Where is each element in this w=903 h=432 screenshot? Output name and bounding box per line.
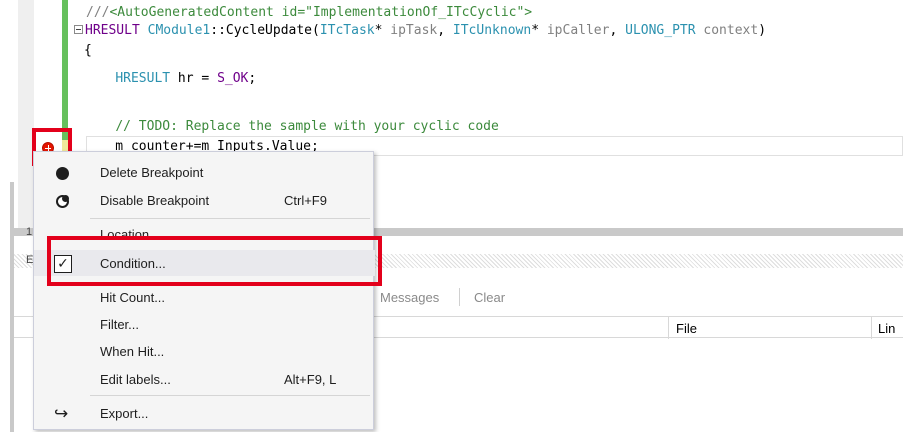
code-line-6: // TODO: Replace the sample with your cy… (84, 118, 499, 136)
code-token: hr = (170, 71, 218, 86)
code-line-6-tokens: // TODO: Replace the sample with your cy… (84, 119, 499, 134)
code-token: S_OK (217, 71, 249, 86)
column-header-line[interactable]: Lin (878, 321, 895, 336)
code-token: , (437, 23, 453, 38)
delete-breakpoint-icon (54, 165, 70, 181)
code-token: CModule1 (147, 23, 211, 38)
code-line-4: HRESULT hr = S_OK; (84, 70, 256, 88)
gutter-indicator-margin (18, 0, 34, 230)
code-token: ; (248, 71, 257, 86)
menu-separator (90, 218, 370, 219)
menu-item-label: Disable Breakpoint (100, 193, 210, 208)
code-token: * (531, 23, 547, 38)
disable-breakpoint-icon (54, 193, 70, 209)
menu-separator (90, 395, 370, 396)
menu-item-filter[interactable]: Filter... (34, 311, 375, 337)
menu-item-edit-labels[interactable]: Edit labels... Alt+F9, L (34, 366, 375, 392)
code-line-2: HRESULT CModule1::CycleUpdate(ITcTask* i… (74, 22, 766, 40)
code-token: , (609, 23, 626, 38)
messages-filter-button[interactable]: Messages (380, 290, 439, 305)
code-token: ULONG_PTR (625, 23, 696, 38)
menu-item-when-hit[interactable]: When Hit... (34, 338, 375, 364)
menu-item-hit-count[interactable]: Hit Count... (34, 284, 375, 310)
breakpoint-context-menu: Delete Breakpoint Disable Breakpoint Ctr… (33, 151, 375, 430)
column-divider[interactable] (668, 317, 669, 339)
menu-item-label: Hit Count... (100, 290, 166, 305)
code-token: :: (210, 23, 226, 38)
code-token: HRESULT (115, 71, 171, 86)
menu-item-label: When Hit... (100, 344, 165, 359)
menu-item-label: Export... (100, 406, 149, 421)
menu-item-delete-breakpoint[interactable]: Delete Breakpoint (34, 159, 375, 185)
condition-highlight-box (47, 236, 382, 286)
code-line-3-tokens: { (84, 43, 92, 58)
menu-item-label: Filter... (100, 317, 140, 332)
code-token: ipCaller (546, 23, 610, 38)
code-token: // TODO: Replace the sample with your cy… (115, 119, 499, 134)
saved-changes-bar (62, 0, 68, 140)
code-token: CycleUpdate (225, 23, 312, 38)
code-token: * (374, 23, 391, 38)
menu-item-shortcut: Ctrl+F9 (284, 193, 327, 208)
code-line-1: ///<AutoGeneratedContent id="Implementat… (86, 4, 532, 22)
export-icon: ↪ (54, 404, 69, 424)
column-header-file[interactable]: File (676, 321, 697, 336)
code-token: ITcUnknown (452, 23, 532, 38)
menu-item-disable-breakpoint[interactable]: Disable Breakpoint Ctrl+F9 (34, 187, 375, 213)
code-line-3: { (84, 42, 92, 60)
collapse-toggle-icon[interactable] (74, 25, 83, 34)
clear-button[interactable]: Clear (474, 290, 505, 305)
code-token: ( (312, 23, 320, 38)
code-token: /// (86, 5, 110, 20)
code-token: context (703, 23, 759, 38)
code-line-4-tokens: HRESULT hr = S_OK; (84, 71, 256, 86)
code-token: ) (758, 23, 767, 38)
menu-item-shortcut: Alt+F9, L (284, 372, 337, 387)
code-token: ipTask (390, 23, 438, 38)
code-token: <AutoGeneratedContent id="Implementation… (109, 5, 533, 20)
code-token: { (84, 43, 92, 58)
code-line-2-tokens: HRESULT CModule1::CycleUpdate(ITcTask* i… (85, 23, 766, 38)
code-line-1-tokens: ///<AutoGeneratedContent id="Implementat… (86, 5, 532, 20)
menu-item-export[interactable]: ↪ Export... (34, 400, 375, 426)
toolbar-separator (459, 288, 460, 306)
code-token: HRESULT (85, 23, 148, 38)
code-token: ITcTask (319, 23, 375, 38)
column-divider[interactable] (871, 317, 872, 339)
menu-item-label: Edit labels... (100, 372, 171, 387)
menu-item-label: Delete Breakpoint (100, 165, 204, 180)
